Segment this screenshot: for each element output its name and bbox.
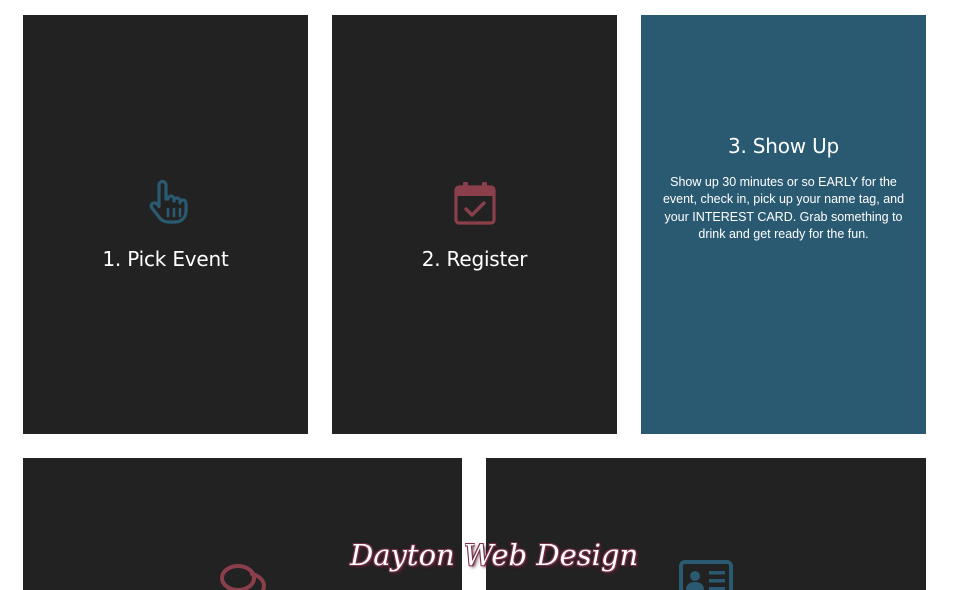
steps-page: 1. Pick Event 2. Register 3. Show Up Sho…: [0, 0, 960, 590]
step-title: 2. Register: [421, 246, 528, 271]
step-card-show-up[interactable]: 3. Show Up Show up 30 minutes or so EARL…: [641, 15, 926, 434]
step-description: Show up 30 minutes or so EARLY for the e…: [662, 174, 905, 242]
calendar-check-icon: [451, 179, 499, 227]
step-card-register[interactable]: 2. Register: [332, 15, 617, 434]
pointing-hand-icon: [142, 179, 190, 227]
watermark-text: Dayton Web Design: [350, 538, 639, 572]
step-title: 1. Pick Event: [102, 246, 229, 271]
id-card-icon: [679, 558, 733, 590]
step-card-pick-event[interactable]: 1. Pick Event: [23, 15, 308, 434]
chat-bubbles-icon: [216, 560, 270, 590]
step-title: 3. Show Up: [727, 133, 840, 158]
